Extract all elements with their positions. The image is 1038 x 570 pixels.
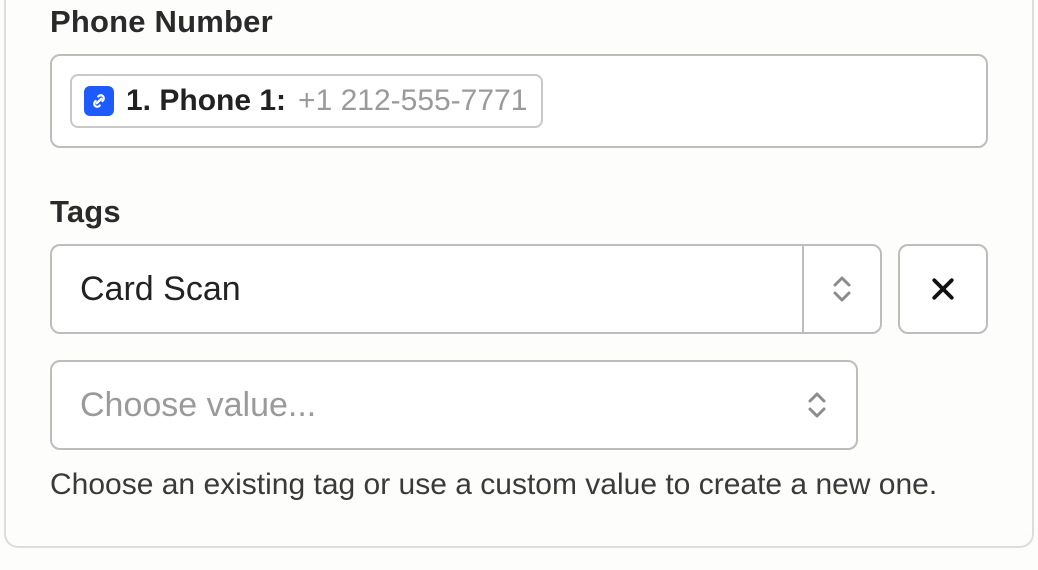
tag-select-1-value: Card Scan: [52, 246, 802, 332]
phone-label: Phone Number: [50, 4, 988, 40]
phone-chip[interactable]: 1. Phone 1: +1 212-555-7771: [70, 74, 543, 128]
tag-select-1[interactable]: Card Scan: [50, 244, 882, 334]
select-caret-icon[interactable]: [778, 362, 856, 448]
link-icon: [84, 86, 114, 116]
tag-select-2-placeholder: Choose value...: [52, 362, 778, 448]
phone-chip-label: 1. Phone 1:: [126, 84, 286, 118]
form-panel: Phone Number 1. Phone 1: +1 212-555-7771…: [4, 0, 1034, 548]
remove-tag-button[interactable]: [898, 244, 988, 334]
tag-select-2[interactable]: Choose value...: [50, 360, 858, 450]
tags-helper-text: Choose an existing tag or use a custom v…: [50, 468, 988, 502]
phone-chip-value: +1 212-555-7771: [298, 84, 527, 118]
phone-input[interactable]: 1. Phone 1: +1 212-555-7771: [50, 54, 988, 148]
tags-label: Tags: [50, 194, 988, 230]
select-caret-icon[interactable]: [802, 246, 880, 332]
